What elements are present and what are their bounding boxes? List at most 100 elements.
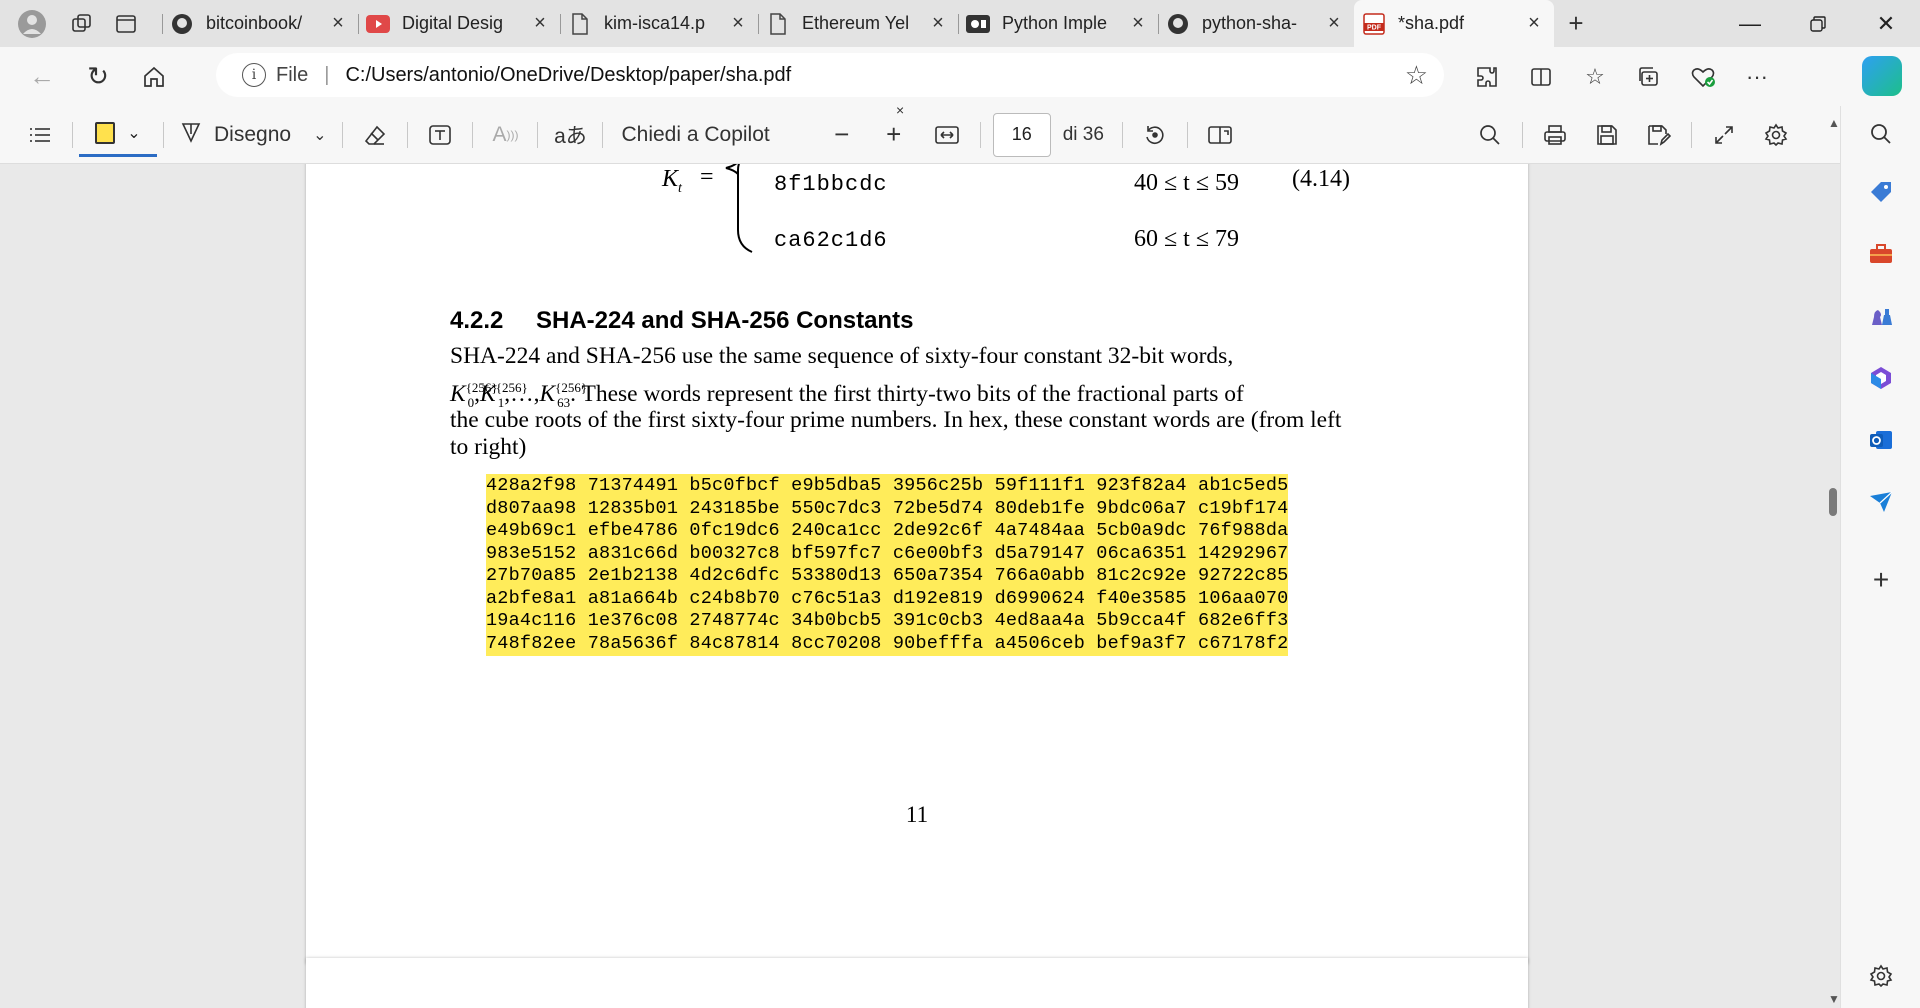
split-screen-icon[interactable] bbox=[1514, 53, 1568, 101]
refresh-icon[interactable]: ↻ bbox=[70, 53, 126, 101]
k-symbol: K bbox=[539, 380, 556, 407]
eraser-icon[interactable] bbox=[349, 113, 401, 157]
minimize-icon[interactable]: — bbox=[1716, 0, 1784, 47]
copilot-label: Chiedi a Copilot bbox=[621, 122, 770, 146]
collections-icon[interactable] bbox=[1622, 53, 1676, 101]
close-tab-icon[interactable]: × bbox=[326, 12, 350, 35]
contents-list-icon[interactable] bbox=[14, 113, 66, 157]
paragraph-line: SHA-224 and SHA-256 use the same sequenc… bbox=[450, 343, 1234, 369]
close-tab-icon[interactable]: × bbox=[1522, 12, 1546, 35]
toolbar-divider bbox=[602, 121, 604, 148]
youtube-icon bbox=[366, 12, 390, 36]
rotate-icon[interactable] bbox=[1129, 113, 1181, 157]
eq-sign: = bbox=[700, 164, 714, 190]
ask-copilot-button[interactable]: Chiedi a Copilot bbox=[609, 113, 781, 157]
github-icon bbox=[170, 12, 194, 36]
page-view-icon[interactable] bbox=[1194, 113, 1246, 157]
chevron-down-icon: ⌄ bbox=[313, 126, 327, 144]
profile-avatar-icon[interactable] bbox=[12, 4, 52, 44]
microsoft-365-icon[interactable] bbox=[1859, 356, 1903, 400]
tab-digital-design[interactable]: Digital Desig × bbox=[358, 4, 560, 44]
close-panel-icon[interactable]: × bbox=[896, 102, 904, 118]
vertical-scrollbar[interactable]: ▲ ▼ bbox=[1826, 106, 1840, 1008]
read-aloud-icon[interactable]: A))) bbox=[479, 113, 531, 157]
sidebar-settings-gear-icon[interactable] bbox=[1859, 954, 1903, 998]
scrollbar-thumb[interactable] bbox=[1829, 488, 1837, 516]
toolbar-divider bbox=[72, 121, 73, 148]
save-as-icon[interactable] bbox=[1633, 113, 1685, 157]
tab-title: Ethereum Yel bbox=[802, 13, 910, 33]
page-total-text: di 36 bbox=[1062, 123, 1104, 145]
close-tab-icon[interactable]: × bbox=[1126, 12, 1150, 35]
address-bar[interactable]: i File | C:/Users/antonio/OneDrive/Deskt… bbox=[216, 53, 1444, 97]
address-toolbar: ← ↻ i File | C:/Users/antonio/OneDrive/D… bbox=[0, 47, 1920, 106]
zoom-in-icon[interactable]: + bbox=[868, 113, 920, 157]
tab-bitcoinbook[interactable]: bitcoinbook/ × bbox=[162, 4, 358, 44]
toolbar-divider bbox=[1521, 121, 1523, 148]
copilot-icon[interactable] bbox=[1862, 56, 1902, 96]
settings-gear-icon[interactable] bbox=[1750, 113, 1802, 157]
fit-width-icon[interactable] bbox=[920, 113, 974, 157]
tab-ethereum[interactable]: Ethereum Yel × bbox=[758, 4, 958, 44]
browser-essentials-icon[interactable] bbox=[1676, 53, 1730, 101]
favorites-icon[interactable]: ☆ bbox=[1568, 53, 1622, 101]
pdf-toolbar: ⌄ Disegno ⌄ A))) aあ Chiedi a Copilot − ×… bbox=[0, 102, 1840, 164]
more-options-icon[interactable]: ··· bbox=[1730, 53, 1784, 101]
tools-briefcase-icon[interactable] bbox=[1859, 232, 1903, 276]
tab-actions-icon[interactable] bbox=[106, 4, 146, 44]
tab-sha-pdf[interactable]: PDF *sha.pdf × bbox=[1354, 0, 1554, 47]
outlook-icon[interactable] bbox=[1859, 418, 1903, 462]
draw-button[interactable]: Disegno ⌄ bbox=[170, 113, 336, 157]
favorite-star-icon[interactable]: ☆ bbox=[1405, 60, 1428, 91]
workspaces-icon[interactable] bbox=[62, 4, 102, 44]
shopping-tag-icon[interactable] bbox=[1859, 170, 1903, 214]
url-divider: | bbox=[324, 63, 330, 86]
page-number-input[interactable]: 16 bbox=[992, 112, 1051, 157]
document-icon bbox=[766, 12, 790, 36]
print-icon[interactable] bbox=[1529, 113, 1581, 157]
save-icon[interactable] bbox=[1581, 113, 1633, 157]
close-window-icon[interactable]: ✕ bbox=[1852, 0, 1920, 47]
tab-title: Digital Desig bbox=[402, 13, 504, 33]
close-tab-icon[interactable]: × bbox=[1322, 12, 1346, 35]
page-total: di 36 bbox=[1051, 113, 1116, 157]
drop-send-icon[interactable] bbox=[1859, 480, 1903, 524]
search-icon[interactable] bbox=[1464, 113, 1516, 157]
home-icon[interactable] bbox=[126, 53, 182, 101]
url-text[interactable]: C:/Users/antonio/OneDrive/Desktop/paper/… bbox=[345, 64, 791, 87]
translate-icon[interactable]: aあ bbox=[544, 113, 596, 157]
scroll-down-arrow-icon[interactable]: ▼ bbox=[1828, 992, 1840, 1006]
paragraph-line: the cube roots of the first sixty-four p… bbox=[450, 407, 1342, 433]
tab-kim-isca14[interactable]: kim-isca14.p × bbox=[560, 4, 758, 44]
add-sidebar-app-icon[interactable]: + bbox=[1859, 558, 1903, 602]
tab-python-sha[interactable]: python-sha- × bbox=[1158, 4, 1354, 44]
k-range: 60 ≤ t ≤ 79 bbox=[1134, 226, 1240, 252]
new-tab-button[interactable]: + bbox=[1554, 8, 1598, 39]
close-panel-glyph: × bbox=[896, 102, 905, 118]
games-chess-icon[interactable] bbox=[1859, 294, 1903, 338]
site-info-icon[interactable]: i bbox=[242, 63, 266, 87]
restore-icon[interactable] bbox=[1784, 0, 1852, 47]
section-number: 4.2.2 bbox=[450, 307, 504, 334]
media-icon bbox=[966, 12, 990, 36]
k-symbol: K bbox=[480, 380, 496, 407]
fullscreen-icon[interactable] bbox=[1698, 113, 1750, 157]
close-tab-icon[interactable]: × bbox=[926, 12, 950, 35]
add-text-icon[interactable] bbox=[414, 113, 466, 157]
pdf-page: Kt = (4.14) 8f1bbcdc 40 ≤ t ≤ 59 ca62c1d… bbox=[306, 164, 1528, 964]
highlighted-hex-constants[interactable]: 428a2f98 71374491 b5c0fbcf e9b5dba5 3956… bbox=[486, 474, 1289, 656]
scroll-up-arrow-icon[interactable]: ▲ bbox=[1828, 116, 1840, 130]
close-tab-icon[interactable]: × bbox=[726, 12, 750, 35]
highlight-button[interactable]: ⌄ bbox=[79, 113, 157, 157]
pdf-viewer[interactable]: Kt = (4.14) 8f1bbcdc 40 ≤ t ≤ 59 ca62c1d… bbox=[0, 164, 1840, 1008]
page-current: 16 bbox=[1011, 124, 1032, 144]
sidebar-search-icon[interactable] bbox=[1859, 112, 1903, 156]
svg-text:PDF: PDF bbox=[1367, 24, 1382, 31]
close-tab-icon[interactable]: × bbox=[528, 12, 552, 35]
tab-python-impl[interactable]: Python Imple × bbox=[958, 4, 1158, 44]
zoom-out-icon[interactable]: − bbox=[816, 113, 868, 157]
tab-title: python-sha- bbox=[1202, 13, 1298, 33]
extensions-icon[interactable] bbox=[1460, 53, 1514, 101]
toolbar-divider bbox=[407, 121, 409, 148]
back-arrow-icon[interactable]: ← bbox=[14, 53, 70, 101]
